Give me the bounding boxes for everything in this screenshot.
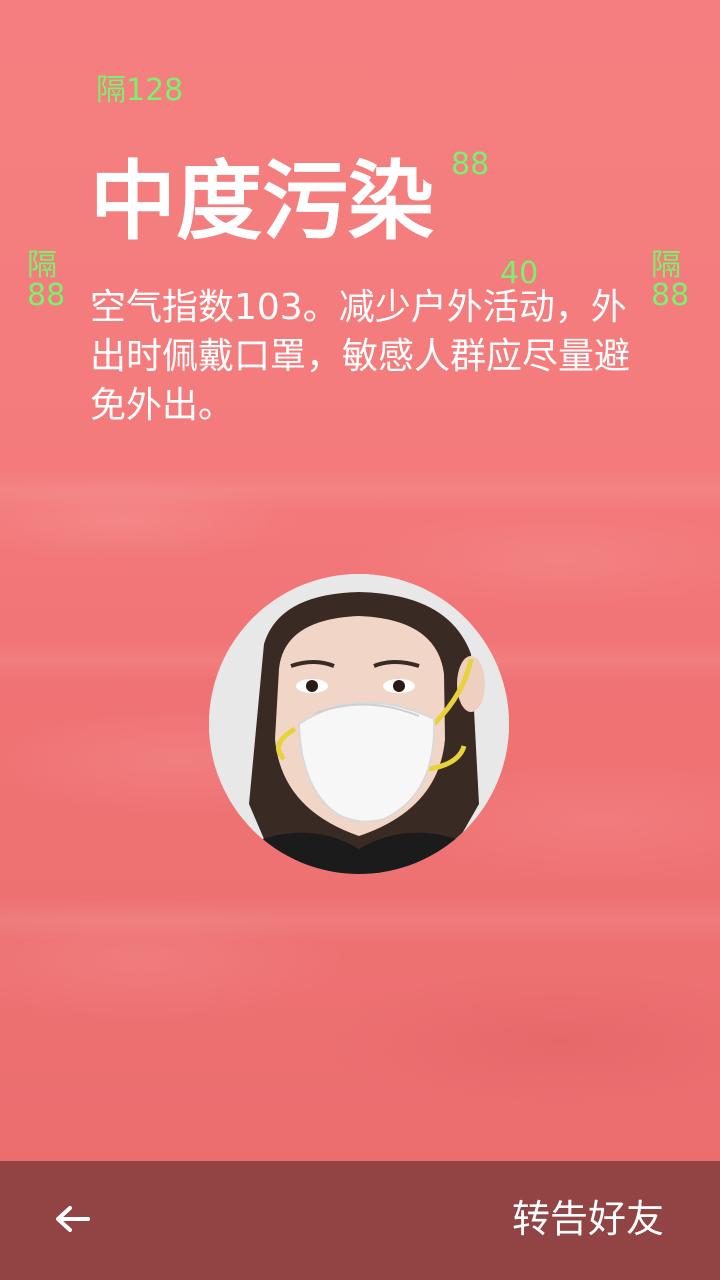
woman-wearing-mask-photo [209, 574, 509, 874]
cloud-layer [0, 900, 720, 940]
spacing-annotation-right: 隔 88 [651, 248, 690, 313]
air-quality-screen: 隔128 88 隔 88 40 隔 88 中度污染 空气指数103。减少户外活动… [0, 0, 720, 1280]
spacing-annotation-top: 隔128 [96, 73, 184, 108]
bottom-action-bar: 转告好友 [0, 1161, 720, 1280]
arrow-left-icon [56, 1206, 90, 1232]
mask-illustration-icon [209, 574, 509, 874]
spacing-annotation-title-right: 88 [451, 147, 490, 182]
spacing-annotation-left: 隔 88 [27, 248, 66, 313]
pollution-advice-text: 空气指数103。减少户外活动，外出时佩戴口罩，敏感人群应尽量避免外出。 [90, 287, 631, 426]
back-button[interactable] [44, 1191, 100, 1247]
share-to-friends-button[interactable]: 转告好友 [512, 1191, 664, 1247]
pollution-level-title: 中度污染 [90, 152, 434, 252]
cloud-layer [0, 470, 720, 510]
